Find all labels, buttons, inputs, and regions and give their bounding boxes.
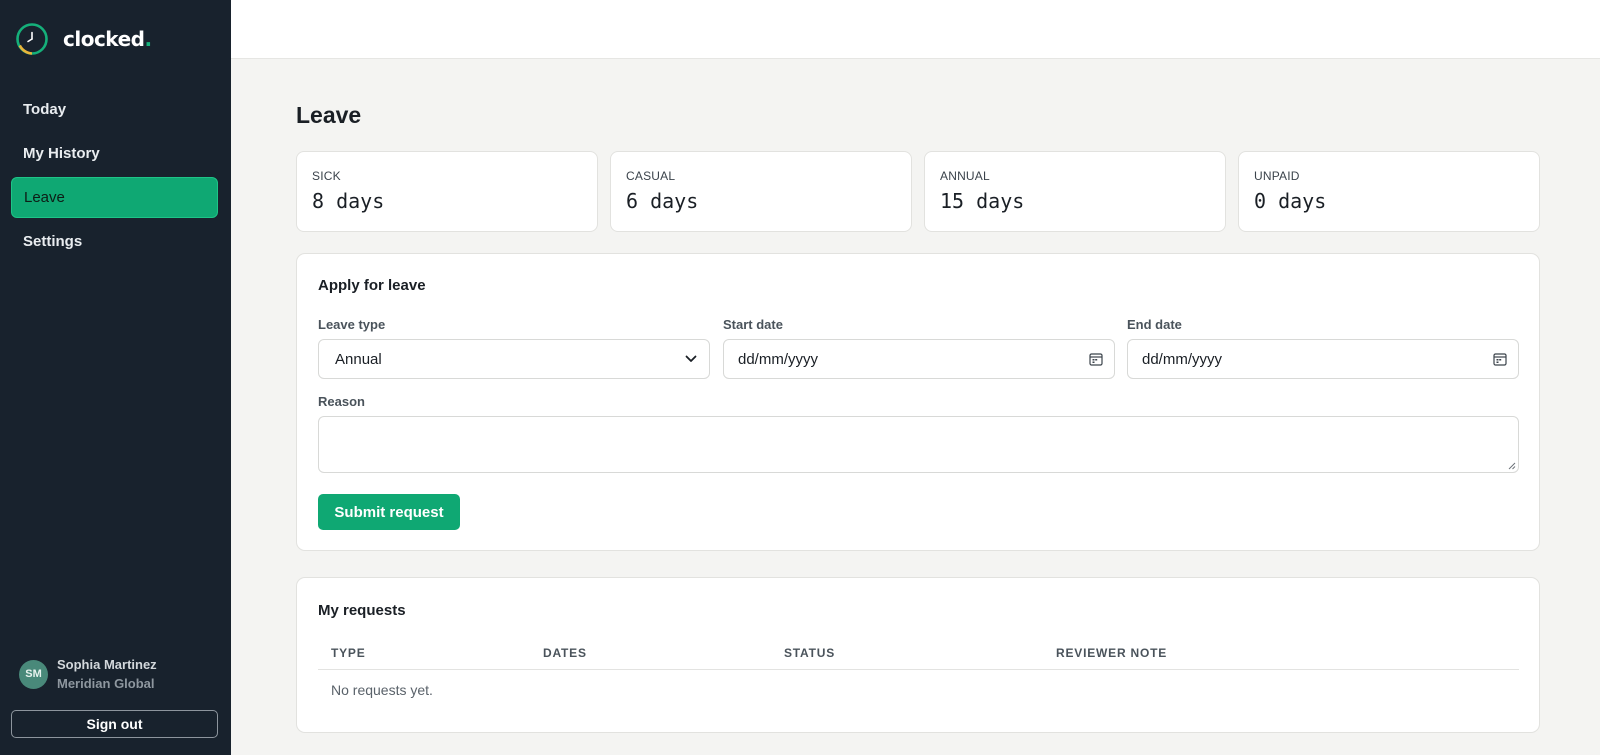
apply-leave-card: Apply for leave Leave type Annual Start …	[296, 253, 1540, 551]
submit-request-button[interactable]: Submit request	[318, 494, 460, 530]
clock-logo-icon	[16, 23, 48, 55]
apply-leave-title: Apply for leave	[318, 277, 426, 294]
chevron-down-icon	[673, 355, 709, 363]
leave-type-label: Leave type	[318, 317, 386, 332]
column-header-status: STATUS	[784, 646, 836, 660]
reason-textarea[interactable]	[318, 416, 1519, 473]
balance-label: UNPAID	[1254, 169, 1300, 183]
balance-value: 0 days	[1254, 189, 1327, 213]
end-date-label: End date	[1127, 317, 1182, 332]
requests-table-header: TYPE DATES STATUS REVIEWER NOTE	[318, 638, 1519, 670]
sidebar-item-leave[interactable]: Leave	[11, 177, 218, 218]
user-text: Sophia Martinez Meridian Global	[57, 655, 157, 693]
balance-card-annual: ANNUAL 15 days	[924, 151, 1226, 232]
user-name: Sophia Martinez	[57, 657, 157, 672]
sidebar-item-settings[interactable]: Settings	[11, 221, 218, 262]
sidebar-nav: Today My History Leave Settings	[11, 89, 218, 265]
requests-empty-message: No requests yet.	[331, 682, 433, 698]
balance-value: 6 days	[626, 189, 699, 213]
leave-balances: SICK 8 days CASUAL 6 days ANNUAL 15 days…	[296, 151, 1540, 232]
balance-value: 8 days	[312, 189, 385, 213]
user-profile: SM Sophia Martinez Meridian Global	[19, 655, 157, 693]
balance-label: ANNUAL	[940, 169, 990, 183]
sign-out-button[interactable]: Sign out	[11, 710, 218, 738]
balance-value: 15 days	[940, 189, 1025, 213]
column-header-type: TYPE	[331, 646, 366, 660]
start-date-input[interactable]: dd/mm/yyyy	[723, 339, 1115, 379]
top-bar	[231, 0, 1600, 59]
my-requests-card: My requests TYPE DATES STATUS REVIEWER N…	[296, 577, 1540, 733]
my-requests-title: My requests	[318, 602, 406, 619]
resize-grip-icon[interactable]	[1507, 461, 1516, 470]
balance-label: SICK	[312, 169, 341, 183]
brand-name: clocked	[63, 27, 145, 51]
user-org: Meridian Global	[57, 676, 155, 691]
reason-label: Reason	[318, 394, 365, 409]
brand[interactable]: clocked.	[15, 22, 152, 56]
end-date-placeholder: dd/mm/yyyy	[1142, 350, 1223, 368]
leave-type-value: Annual	[335, 350, 382, 368]
calendar-icon[interactable]	[1482, 352, 1518, 366]
avatar: SM	[19, 659, 48, 689]
balance-card-casual: CASUAL 6 days	[610, 151, 912, 232]
start-date-label: Start date	[723, 317, 783, 332]
calendar-icon[interactable]	[1078, 352, 1114, 366]
sidebar-item-today[interactable]: Today	[11, 89, 218, 130]
start-date-placeholder: dd/mm/yyyy	[738, 350, 819, 368]
leave-type-select[interactable]: Annual	[318, 339, 710, 379]
column-header-reviewer-note: REVIEWER NOTE	[1056, 646, 1168, 660]
sidebar: clocked. Today My History Leave Settings…	[0, 0, 231, 755]
end-date-input[interactable]: dd/mm/yyyy	[1127, 339, 1519, 379]
brand-dot: .	[144, 27, 153, 51]
page-title: Leave	[296, 102, 362, 128]
balance-card-sick: SICK 8 days	[296, 151, 598, 232]
sidebar-item-my-history[interactable]: My History	[11, 133, 218, 174]
balance-label: CASUAL	[626, 169, 676, 183]
column-header-dates: DATES	[543, 646, 587, 660]
balance-card-unpaid: UNPAID 0 days	[1238, 151, 1540, 232]
